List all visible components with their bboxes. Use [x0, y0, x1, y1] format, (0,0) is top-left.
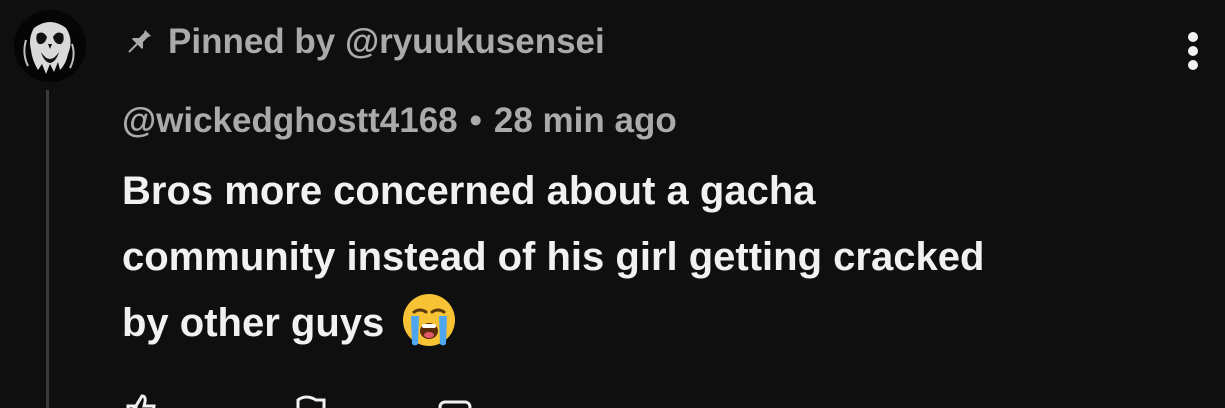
- comment-body-line: community instead of his girl getting cr…: [122, 235, 985, 279]
- loudly-crying-face-icon: [403, 294, 456, 346]
- comment-body-line: by other guys: [122, 290, 1182, 356]
- like-icon[interactable]: [122, 392, 162, 408]
- dislike-icon[interactable]: [292, 392, 332, 408]
- comment-actions: [122, 392, 622, 408]
- pinned-by-label: Pinned by @ryuukusensei: [168, 22, 605, 61]
- comment-body-text: by other guys: [122, 301, 385, 345]
- avatar[interactable]: [14, 10, 86, 82]
- meta-separator: •: [469, 101, 482, 140]
- pin-icon: [128, 29, 152, 53]
- skull-avatar-image: [14, 10, 86, 82]
- comment-author[interactable]: @wickedghostt4168: [122, 101, 458, 141]
- pinned-indicator: Pinned by @ryuukusensei: [122, 14, 605, 70]
- comment-body: Bros more concerned about a gacha commun…: [122, 158, 1182, 356]
- comment-meta: @wickedghostt4168 • 28 min ago: [122, 96, 677, 146]
- pinned-comment: Pinned by @ryuukusensei @wickedghostt416…: [0, 0, 1225, 408]
- thread-line: [46, 90, 49, 408]
- reply-icon[interactable]: [434, 392, 474, 408]
- comment-body-line: Bros more concerned about a gacha: [122, 169, 816, 213]
- comment-timestamp[interactable]: 28 min ago: [494, 101, 677, 141]
- more-options-button[interactable]: [1170, 26, 1216, 76]
- more-vertical-icon: [1188, 32, 1198, 70]
